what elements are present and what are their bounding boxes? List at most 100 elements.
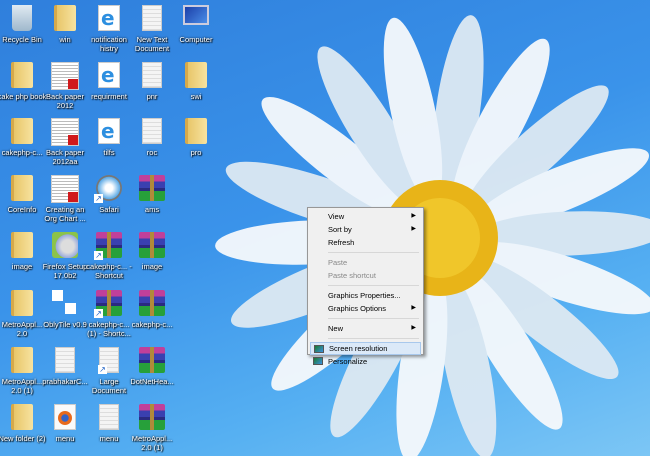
menu-item-paste: Paste — [310, 256, 421, 269]
menu-item-label: Paste — [328, 258, 348, 267]
menu-separator — [328, 285, 419, 286]
desktop-icon-label: New Text Document — [134, 35, 170, 53]
submenu-arrow-icon: ▶ — [411, 305, 416, 311]
rar-icon — [139, 232, 165, 258]
pdf-icon — [51, 118, 79, 146]
menu-separator — [328, 338, 419, 339]
folder-icon — [185, 118, 207, 144]
desktop-icon[interactable]: Computer — [171, 5, 221, 44]
menu-item-personalize[interactable]: Personalize — [310, 355, 421, 368]
folder-icon — [185, 62, 207, 88]
desktop-icon-label: prabhakarC... — [42, 377, 88, 386]
desktop-icon[interactable]: Creating an Org Chart ... — [40, 175, 90, 223]
doc-icon — [55, 347, 75, 373]
doc-icon — [142, 118, 162, 144]
doc-icon — [142, 5, 162, 31]
desktop-icon-label: Back paper 2012aa — [46, 148, 84, 166]
menu-item-sort-by[interactable]: Sort by ▶ — [310, 223, 421, 236]
menu-item-label: Personalize — [328, 357, 368, 366]
desktop-icon[interactable]: OblyTile v0.9 — [40, 290, 90, 329]
pdf-icon — [51, 62, 79, 90]
menu-item-label: View — [328, 212, 345, 221]
desktop-icon[interactable]: menu — [40, 404, 90, 443]
desktop-icon[interactable]: Back paper 2012aa — [40, 118, 90, 166]
desktop-icon-label: OblyTile v0.9 — [43, 320, 87, 329]
desktop-icon[interactable]: pro — [171, 118, 221, 157]
desktop-icon[interactable]: MetroAppl... 2.0 (1) — [127, 404, 177, 452]
desktop-icon[interactable]: Firefox Setup 17.0b2 — [40, 232, 90, 280]
menu-item-label: Screen resolution — [329, 344, 388, 353]
doc-icon — [142, 62, 162, 88]
desktop-icon-label: Creating an Org Chart ... — [44, 205, 86, 223]
tiles-icon — [52, 290, 78, 316]
folder-icon — [54, 5, 76, 31]
submenu-arrow-icon: ▶ — [411, 226, 416, 232]
menu-item-label: New — [328, 324, 344, 333]
submenu-arrow-icon: ▶ — [411, 325, 416, 331]
menu-separator — [328, 318, 419, 319]
desktop-icon-label: cakephp-c... — [131, 320, 173, 329]
menu-item-label: Sort by — [328, 225, 352, 234]
desktop-icon-label: Firefox Setup 17.0b2 — [42, 262, 88, 280]
folder-icon — [11, 347, 33, 373]
menu-separator — [328, 252, 419, 253]
screen-resolution-icon — [314, 345, 324, 353]
menu-item-graphics-options[interactable]: Graphics Options ▶ — [310, 302, 421, 315]
ie-icon — [98, 5, 120, 31]
personalize-icon — [313, 357, 323, 365]
menu-item-label: Paste shortcut — [328, 271, 376, 280]
desktop-icon[interactable]: pnr — [127, 62, 177, 101]
desktop-icon-label: ams — [144, 205, 160, 214]
desktop-icon[interactable]: swi — [171, 62, 221, 101]
rar-icon — [139, 175, 165, 201]
desktop-icon-label: roc — [146, 148, 158, 157]
menu-item-refresh[interactable]: Refresh — [310, 236, 421, 249]
menu-item-new[interactable]: New ▶ — [310, 322, 421, 335]
folder-icon — [11, 118, 33, 144]
menu-item-graphics-properties[interactable]: Graphics Properties... — [310, 289, 421, 302]
context-menu: View ▶ Sort by ▶ Refresh Paste Paste shortcut G… — [307, 207, 424, 366]
doc-icon — [99, 404, 119, 430]
desktop-icon[interactable]: roc — [127, 118, 177, 157]
desktop-icon[interactable]: win — [40, 5, 90, 44]
desktop-icon-label: DotNetHea... — [130, 377, 174, 386]
doc-icon — [98, 347, 119, 374]
rar-icon — [94, 290, 122, 318]
desktop-icon[interactable]: DotNetHea... — [127, 347, 177, 386]
desktop-icon[interactable]: image — [127, 232, 177, 271]
desktop-icon[interactable]: Back paper 2012 — [40, 62, 90, 110]
menu-item-screen-resolution[interactable]: Screen resolution — [310, 342, 421, 355]
folder-icon — [11, 175, 33, 201]
menu-item-label: Graphics Options — [328, 304, 386, 313]
desktop-icon-label: menu — [55, 434, 75, 443]
rar-icon — [139, 347, 165, 373]
desktop-icon[interactable]: prabhakarC... — [40, 347, 90, 386]
folder-icon — [11, 290, 33, 316]
menu-item-paste-shortcut: Paste shortcut — [310, 269, 421, 282]
recycle-icon — [12, 5, 32, 31]
menu-item-label: Graphics Properties... — [328, 291, 401, 300]
computer-icon — [183, 5, 209, 25]
desktop-icon[interactable]: cakephp-c... — [127, 290, 177, 329]
rar-icon — [94, 232, 122, 260]
rar-icon — [139, 290, 165, 316]
safari-icon — [94, 175, 122, 203]
submenu-arrow-icon: ▶ — [411, 213, 416, 219]
desktop-icon[interactable]: ams — [127, 175, 177, 214]
ie-icon — [98, 118, 120, 144]
folder-icon — [11, 404, 33, 430]
menu-item-label: Refresh — [328, 238, 355, 247]
folder-icon — [11, 232, 33, 258]
desktop-icon[interactable]: New Text Document — [127, 5, 177, 53]
desktop-icon-label: MetroAppl... 2.0 (1) — [131, 434, 173, 452]
desktop-icon-label: Computer — [179, 35, 213, 44]
desktop-icon-label: swi — [190, 92, 202, 101]
rar-icon — [139, 404, 165, 430]
setup-icon — [52, 232, 78, 258]
ie-icon — [98, 62, 120, 88]
menu-item-view[interactable]: View ▶ — [310, 210, 421, 223]
pdf-icon — [51, 175, 79, 203]
desktop-icon-label: image — [141, 262, 163, 271]
folder-icon — [11, 62, 33, 88]
desktop-icon-label: win — [59, 35, 71, 44]
